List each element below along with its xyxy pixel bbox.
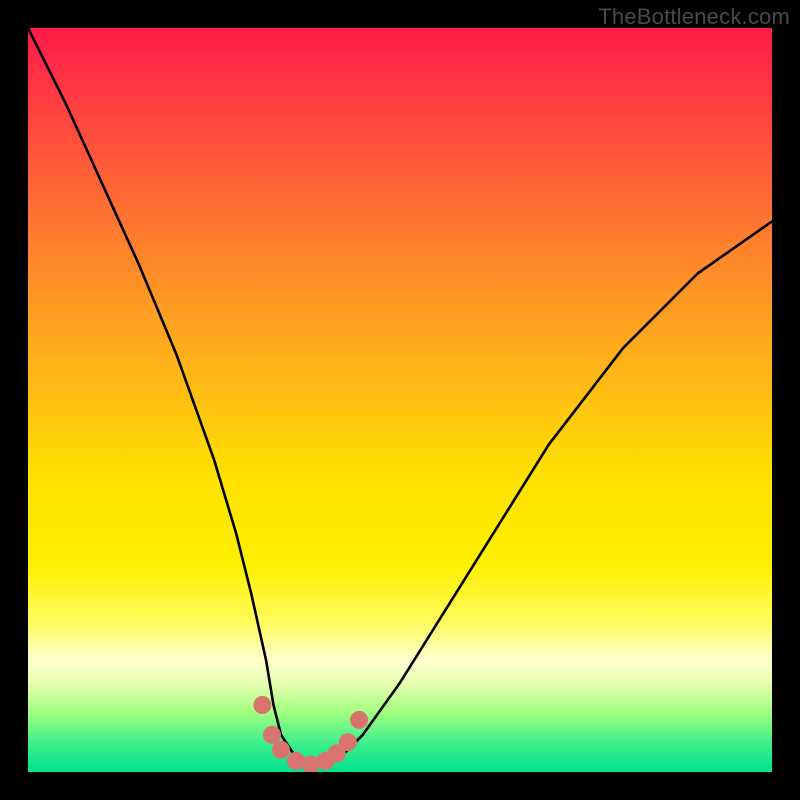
bottleneck-curve (28, 28, 772, 765)
marker-dots-group (253, 696, 368, 772)
marker-dot (253, 696, 271, 714)
marker-dot (263, 726, 281, 744)
chart-svg (28, 28, 772, 772)
marker-dot (339, 733, 357, 751)
marker-dot (302, 756, 320, 772)
marker-dot (272, 741, 290, 759)
chart-frame: TheBottleneck.com (0, 0, 800, 800)
marker-dot (350, 711, 368, 729)
watermark-label: TheBottleneck.com (598, 4, 790, 30)
plot-area (28, 28, 772, 772)
